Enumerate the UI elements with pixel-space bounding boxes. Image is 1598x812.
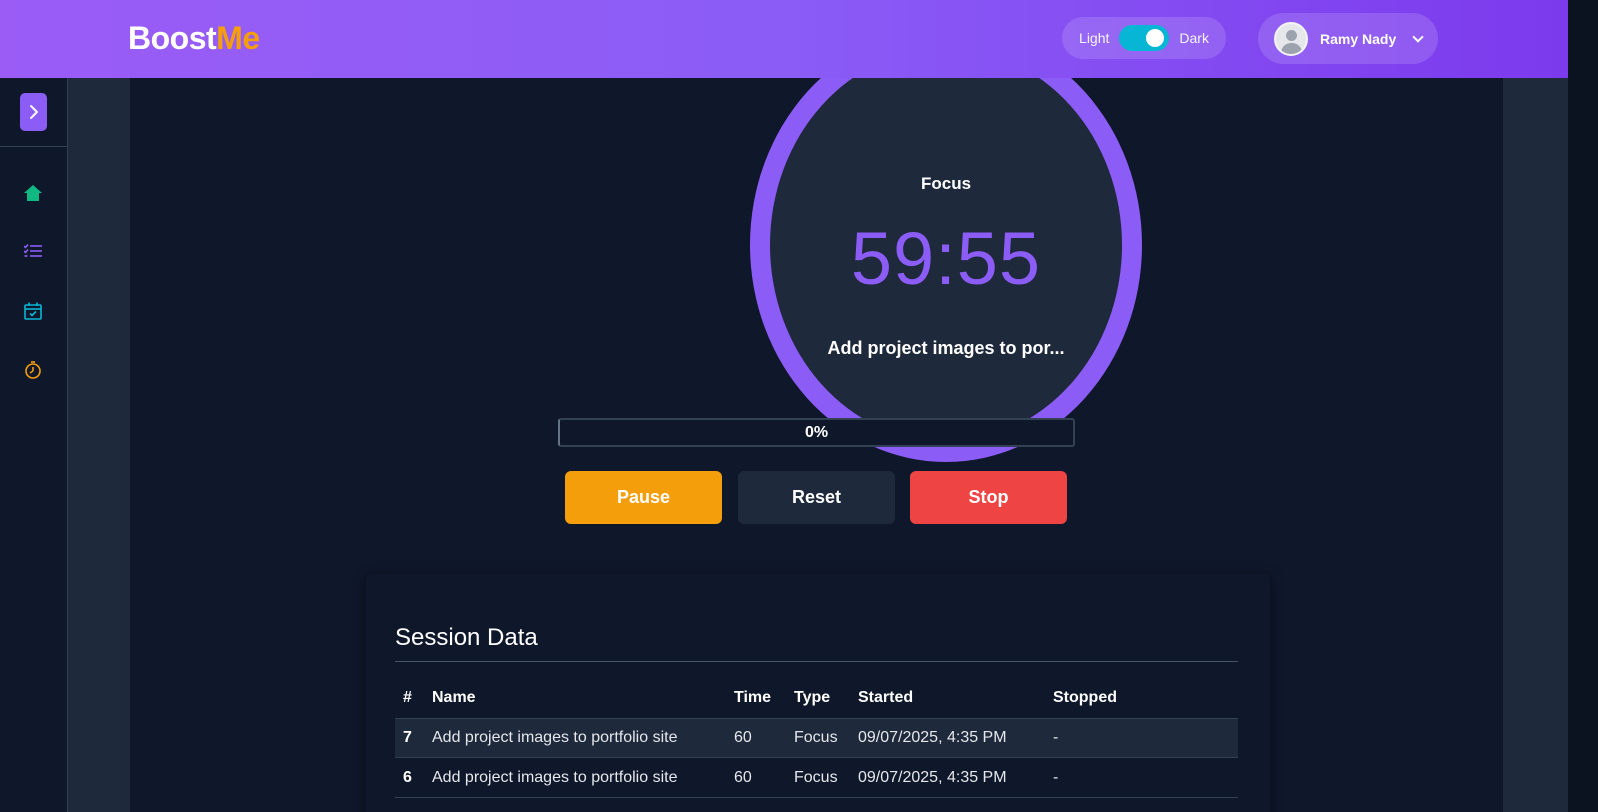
sidebar: [0, 78, 68, 812]
progress-text: 0%: [804, 424, 829, 441]
column-header-started: Started: [858, 689, 914, 706]
logo-me-text: Me: [216, 20, 260, 56]
card-title-divider: [395, 661, 1238, 662]
app-logo[interactable]: BoostMe: [128, 20, 260, 57]
task-list-icon: [24, 244, 42, 257]
home-icon: [24, 185, 42, 201]
progress-bar: 0%: [558, 418, 1075, 447]
toggle-knob: [1146, 29, 1165, 47]
theme-toggle-group: Light Dark: [1062, 17, 1226, 59]
sidebar-item-calendar[interactable]: [22, 300, 44, 322]
app-root: BoostMe Light Dark Ramy Nady Focus 59:55…: [0, 0, 1598, 812]
table-header-row: # Name Time Type Started Stopped: [395, 678, 1238, 718]
theme-light-label: Light: [1079, 30, 1110, 46]
row-number: 7: [403, 729, 412, 746]
column-header-time: Time: [734, 689, 772, 706]
session-data-title: Session Data: [395, 624, 538, 651]
column-header-type: Type: [794, 689, 831, 706]
sidebar-expand-button[interactable]: [20, 93, 47, 131]
logo-boost-text: Boost: [128, 20, 217, 56]
chevron-down-icon: [1412, 30, 1424, 43]
row-number: 6: [403, 768, 412, 786]
theme-toggle-switch[interactable]: [1119, 25, 1170, 51]
sidebar-divider: [0, 146, 68, 147]
pause-button[interactable]: Pause: [565, 471, 722, 524]
column-header-stopped: Stopped: [1053, 689, 1117, 706]
calendar-check-icon: [24, 302, 42, 320]
theme-dark-label: Dark: [1179, 30, 1209, 46]
timer-mode-label: Focus: [920, 174, 972, 193]
sidebar-item-tasks[interactable]: [22, 240, 44, 262]
row-started: 09/07/2025, 4:35 PM: [858, 768, 1007, 786]
reset-button[interactable]: Reset: [738, 471, 895, 524]
table-row[interactable]: 7 Add project images to portfolio site 6…: [395, 718, 1238, 758]
avatar-body-shape: [1281, 42, 1302, 54]
window-edge: [1568, 0, 1598, 812]
session-table: # Name Time Type Started Stopped 7 Add p…: [395, 678, 1238, 798]
stopwatch-icon: [25, 361, 41, 379]
avatar: [1274, 21, 1308, 56]
main-content: Focus 59:55 Add project images to por...…: [130, 28, 1503, 812]
column-header-name: Name: [432, 689, 476, 706]
session-data-card: Session Data # Name Time Type Started St…: [366, 574, 1270, 812]
row-name: Add project images to portfolio site: [432, 768, 678, 786]
sidebar-item-home[interactable]: [22, 182, 44, 204]
stop-button[interactable]: Stop: [910, 471, 1067, 524]
row-started: 09/07/2025, 4:35 PM: [858, 729, 1007, 746]
user-menu-button[interactable]: Ramy Nady: [1258, 13, 1438, 64]
row-time: 60: [734, 768, 752, 786]
row-name: Add project images to portfolio site: [432, 729, 678, 746]
user-name: Ramy Nady: [1320, 30, 1397, 47]
row-stopped: -: [1053, 729, 1059, 746]
row-type: Focus: [794, 729, 838, 746]
column-header-number: #: [403, 689, 412, 706]
timer-countdown: 59:55: [850, 217, 1042, 300]
timer-task-name: Add project images to por...: [827, 338, 1065, 358]
chevron-right-icon: [29, 105, 38, 119]
row-stopped: -: [1053, 768, 1059, 786]
sidebar-item-timer[interactable]: [22, 359, 44, 381]
avatar-head-shape: [1286, 29, 1297, 41]
row-type: Focus: [794, 768, 838, 786]
top-header: BoostMe Light Dark Ramy Nady: [0, 0, 1568, 78]
table-row[interactable]: 6 Add project images to portfolio site 6…: [395, 758, 1238, 798]
row-time: 60: [734, 729, 752, 746]
